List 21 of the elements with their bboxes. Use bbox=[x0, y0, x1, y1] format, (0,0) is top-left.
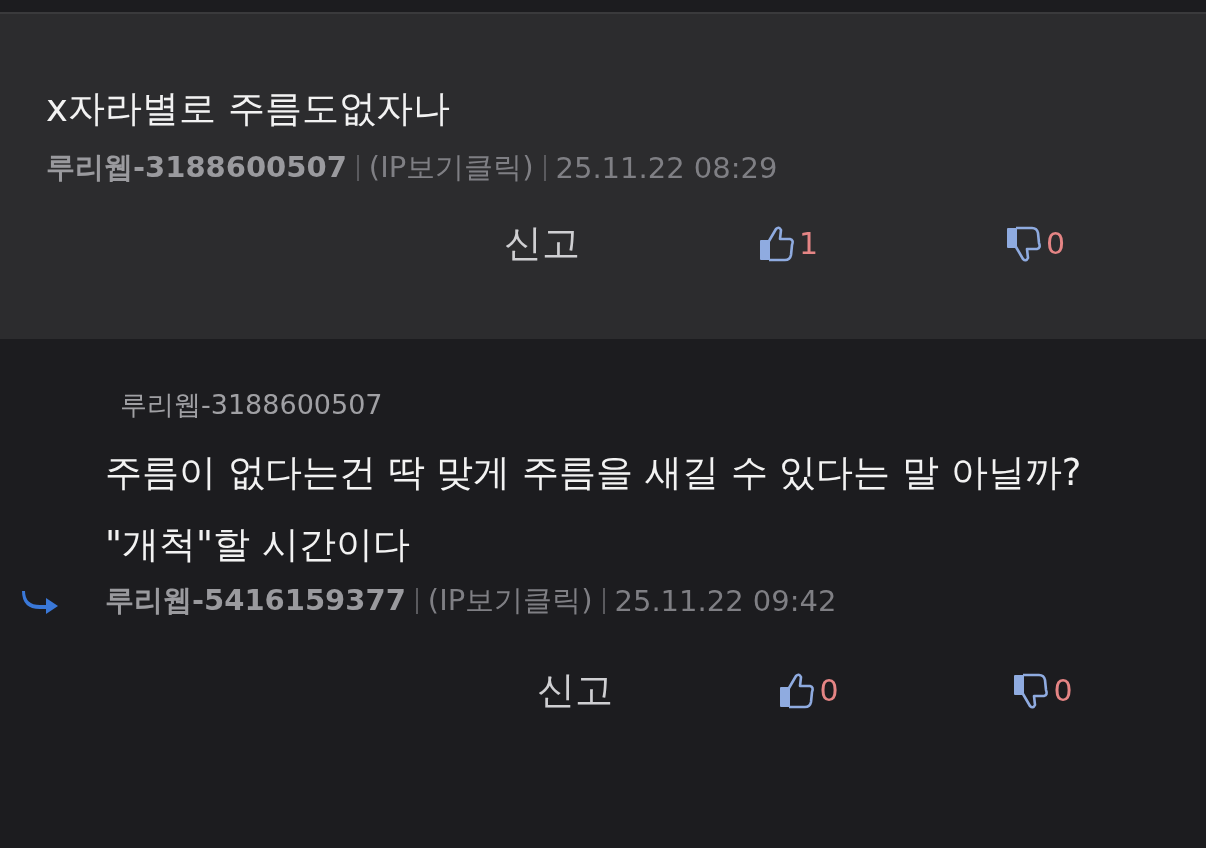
comment-text: "개척"할 시간이다 bbox=[105, 522, 411, 568]
reply-to-name: 루리웹-3188600507 bbox=[119, 388, 384, 422]
like-button[interactable]: 1 bbox=[758, 218, 819, 269]
like-button[interactable]: 0 bbox=[779, 665, 839, 716]
report-button[interactable]: 신고 bbox=[503, 218, 580, 269]
author-name[interactable]: 루리웹-3188600507 bbox=[46, 148, 347, 188]
ip-link[interactable]: (IP보기클릭) bbox=[427, 581, 593, 621]
comment-text: x자라별로 주름도없자나 bbox=[46, 86, 451, 132]
report-button[interactable]: 신고 bbox=[537, 665, 613, 716]
thumbs-up-icon bbox=[758, 224, 795, 263]
comment-text: 주름이 없다는건 딱 맞게 주름을 새길 수 있다는 말 아닐까? bbox=[105, 450, 1083, 496]
timestamp: 25.11.22 09:42 bbox=[614, 584, 837, 618]
thumbs-down-icon bbox=[1005, 224, 1042, 263]
thumbs-down-icon bbox=[1013, 671, 1050, 710]
reply-arrow-icon bbox=[22, 589, 60, 615]
thumbs-up-icon bbox=[779, 671, 816, 710]
ip-link[interactable]: (IP보기클릭) bbox=[368, 148, 534, 188]
dislike-button[interactable]: 0 bbox=[1005, 218, 1066, 269]
dislike-button[interactable]: 0 bbox=[1013, 665, 1073, 716]
author-name[interactable]: 루리웹-5416159377 bbox=[105, 581, 406, 621]
timestamp: 25.11.22 08:29 bbox=[555, 151, 778, 185]
